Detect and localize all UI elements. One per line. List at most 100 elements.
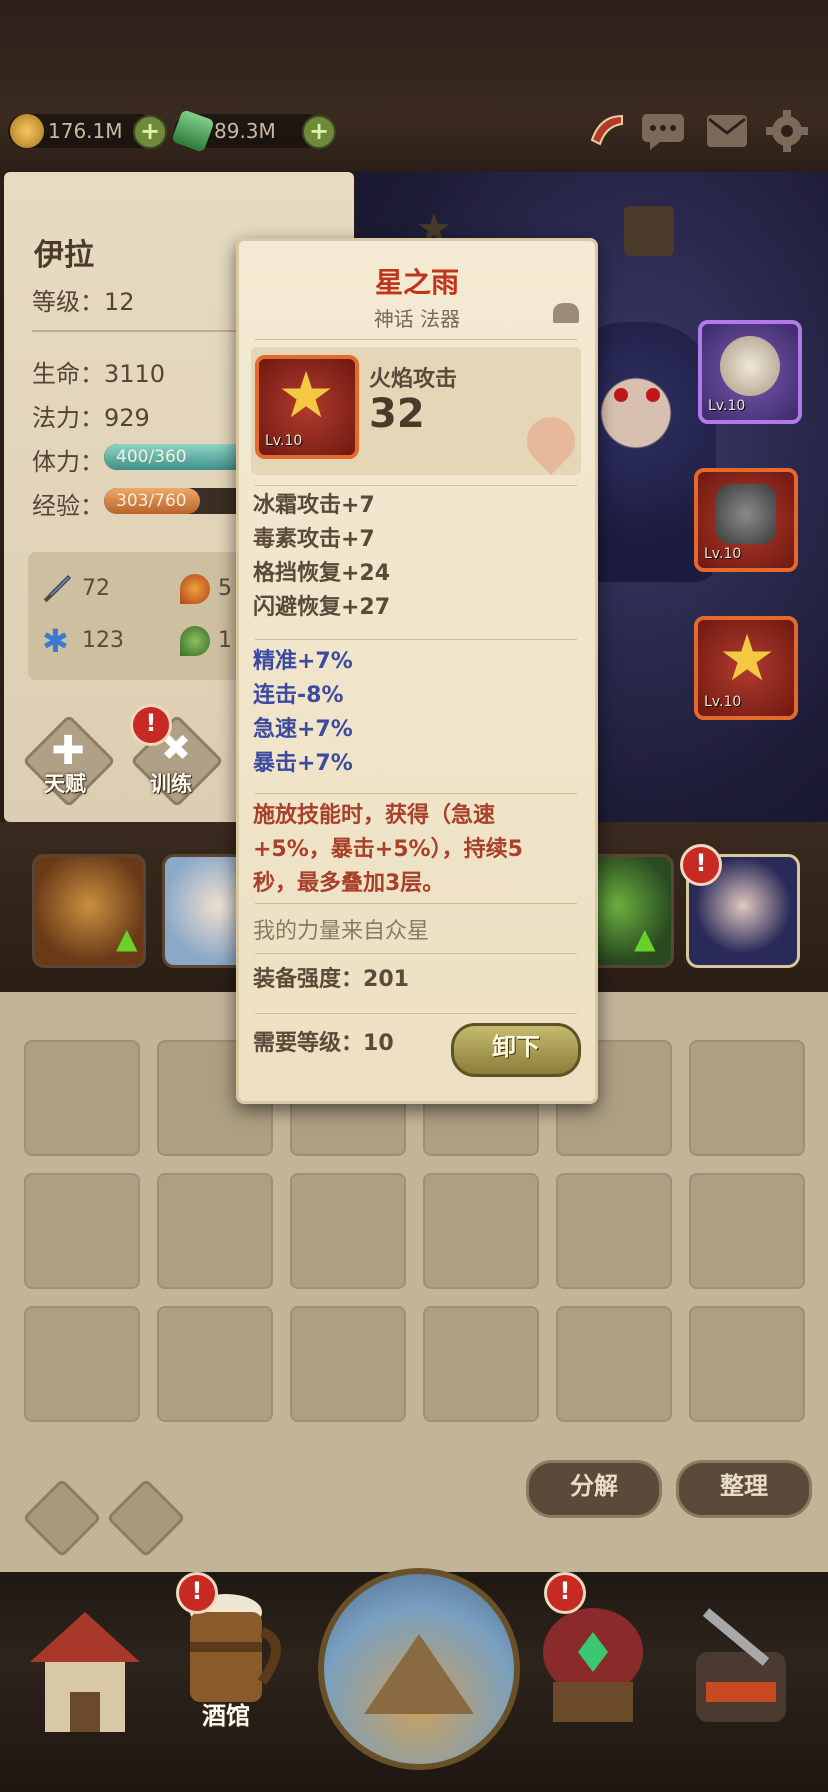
inventory-slot[interactable] <box>157 1306 273 1422</box>
equipment-slot[interactable]: Lv.10 <box>698 320 802 424</box>
filter-hat-button[interactable] <box>106 1478 186 1558</box>
item-effect: 施放技能时，获得（急速+5%，暴击+5%），持续5秒，最多叠加3层。 <box>253 803 523 896</box>
inventory-slot[interactable] <box>157 1173 273 1289</box>
training-label: 训练 <box>150 772 192 796</box>
divider <box>255 1013 577 1014</box>
required-level-label: 需要等级： <box>253 1031 364 1056</box>
sort-button[interactable]: 整理 <box>676 1460 812 1518</box>
divider <box>255 793 577 794</box>
inventory-slot[interactable] <box>24 1040 140 1156</box>
bonus-stat-line: 急速+7% <box>253 717 353 742</box>
poison-icon <box>180 626 210 656</box>
inventory-slot[interactable] <box>290 1173 406 1289</box>
house-icon <box>30 1612 140 1732</box>
frost-icon: ✱ <box>42 622 69 660</box>
upgrade-arrow-icon: ▲ <box>634 922 656 955</box>
main-stat-label: 火焰攻击 <box>369 367 458 392</box>
required-level-value: 10 <box>363 1031 394 1056</box>
hero-name: 伊拉 <box>34 238 94 273</box>
bag-icon[interactable] <box>624 206 674 256</box>
exp-value: 303/760 <box>116 491 187 511</box>
nav-forge[interactable] <box>676 1592 806 1742</box>
level-label: 等级： <box>32 288 104 316</box>
gear-icon[interactable] <box>764 108 810 154</box>
stat-line: 毒素攻击+7 <box>253 527 375 552</box>
inventory-slot[interactable] <box>24 1173 140 1289</box>
forge-icon <box>696 1608 786 1722</box>
item-icon: ★ Lv.10 <box>255 355 359 459</box>
inventory-slot[interactable] <box>689 1306 805 1422</box>
stat-line: 冰霜攻击+7 <box>253 493 375 518</box>
inventory-slot[interactable] <box>423 1173 539 1289</box>
mail-icon[interactable] <box>704 108 750 154</box>
inventory-slot[interactable] <box>689 1040 805 1156</box>
nav-house[interactable] <box>20 1592 150 1742</box>
item-subtitle: 神话 法器 <box>373 307 461 331</box>
mountain-icon <box>364 1634 474 1714</box>
fire-value: 5 <box>218 576 232 601</box>
hero-alert-badge: ! <box>680 844 722 886</box>
level-value: 12 <box>104 288 135 316</box>
mana-label: 法力： <box>32 404 104 432</box>
bonus-stat-list: 精准+7% 连击-8% 急速+7% 暴击+7% <box>253 645 583 781</box>
star-artifact-icon: ★ <box>718 622 776 696</box>
add-gem-button[interactable]: + <box>302 115 336 149</box>
unequip-button[interactable]: 卸下 <box>451 1023 581 1077</box>
gem-icon <box>171 109 215 153</box>
main-stat-value: 32 <box>369 391 425 437</box>
divider <box>255 903 577 904</box>
horn-icon[interactable] <box>584 108 630 154</box>
equipment-slot[interactable]: Lv.10 <box>694 468 798 572</box>
star-artifact-icon: ★ <box>277 359 335 433</box>
shrine-icon <box>543 1608 643 1722</box>
add-gold-button[interactable]: + <box>133 115 167 149</box>
power-label: 装备强度： <box>253 967 364 992</box>
tavern-label: 酒馆 <box>202 1702 250 1730</box>
inventory-slot[interactable] <box>689 1173 805 1289</box>
stat-line: 格挡恢复+24 <box>253 561 391 586</box>
hp-label: 生命： <box>32 360 104 388</box>
required-level-row: 需要等级：10 <box>253 1027 394 1061</box>
chat-icon[interactable] <box>640 108 686 154</box>
hero-eye-icon <box>614 388 628 402</box>
stat-line: 闪避恢复+27 <box>253 595 391 620</box>
equipment-slot[interactable]: ★ Lv.10 <box>694 616 798 720</box>
item-tooltip: 星之雨 神话 法器 ★ Lv.10 火焰攻击 32 冰霜攻击+7 毒素攻击+7 … <box>236 238 598 1104</box>
inventory-slot[interactable] <box>556 1173 672 1289</box>
power-value: 201 <box>363 967 409 992</box>
talent-label: 天赋 <box>44 772 86 796</box>
poison-value: 1 <box>218 628 232 653</box>
inventory-slot[interactable] <box>290 1306 406 1422</box>
mana-value: 929 <box>104 404 150 432</box>
gauntlet-icon <box>720 336 780 396</box>
slot-level: Lv.10 <box>708 398 746 414</box>
inventory-slot[interactable] <box>24 1306 140 1422</box>
nav-world-map[interactable] <box>318 1568 520 1770</box>
inventory-slot[interactable] <box>556 1306 672 1422</box>
fire-element-icon <box>517 407 585 475</box>
divider <box>255 953 577 954</box>
frost-value: 123 <box>82 628 124 653</box>
nav-shrine[interactable] <box>528 1592 658 1742</box>
decompose-button[interactable]: 分解 <box>526 1460 662 1518</box>
item-level: Lv.10 <box>265 433 303 449</box>
stamina-label: 体力： <box>32 448 104 476</box>
gem-amount: 89.3M <box>214 119 276 143</box>
divider <box>255 639 577 640</box>
bonus-stat-line: 暴击+7% <box>253 751 353 776</box>
training-alert-badge: ! <box>130 704 172 746</box>
item-title: 星之雨 <box>374 266 459 299</box>
hat-icon[interactable] <box>553 303 579 323</box>
stat-list: 冰霜攻击+7 毒素攻击+7 格挡恢复+24 闪避恢复+27 <box>253 489 583 625</box>
hp-row: 生命：3110 <box>32 354 165 389</box>
attack-value: 72 <box>82 576 110 601</box>
filter-armor-button[interactable] <box>22 1478 102 1558</box>
stamina-value: 400/360 <box>116 447 187 467</box>
inventory-slot[interactable] <box>423 1306 539 1422</box>
bonus-stat-line: 连击-8% <box>253 683 344 708</box>
gold-amount: 176.1M <box>48 119 123 143</box>
mana-row: 法力：929 <box>32 398 150 433</box>
exp-label: 经验： <box>32 492 104 520</box>
slot-level: Lv.10 <box>704 546 742 562</box>
level-row: 等级：12 <box>32 282 135 317</box>
